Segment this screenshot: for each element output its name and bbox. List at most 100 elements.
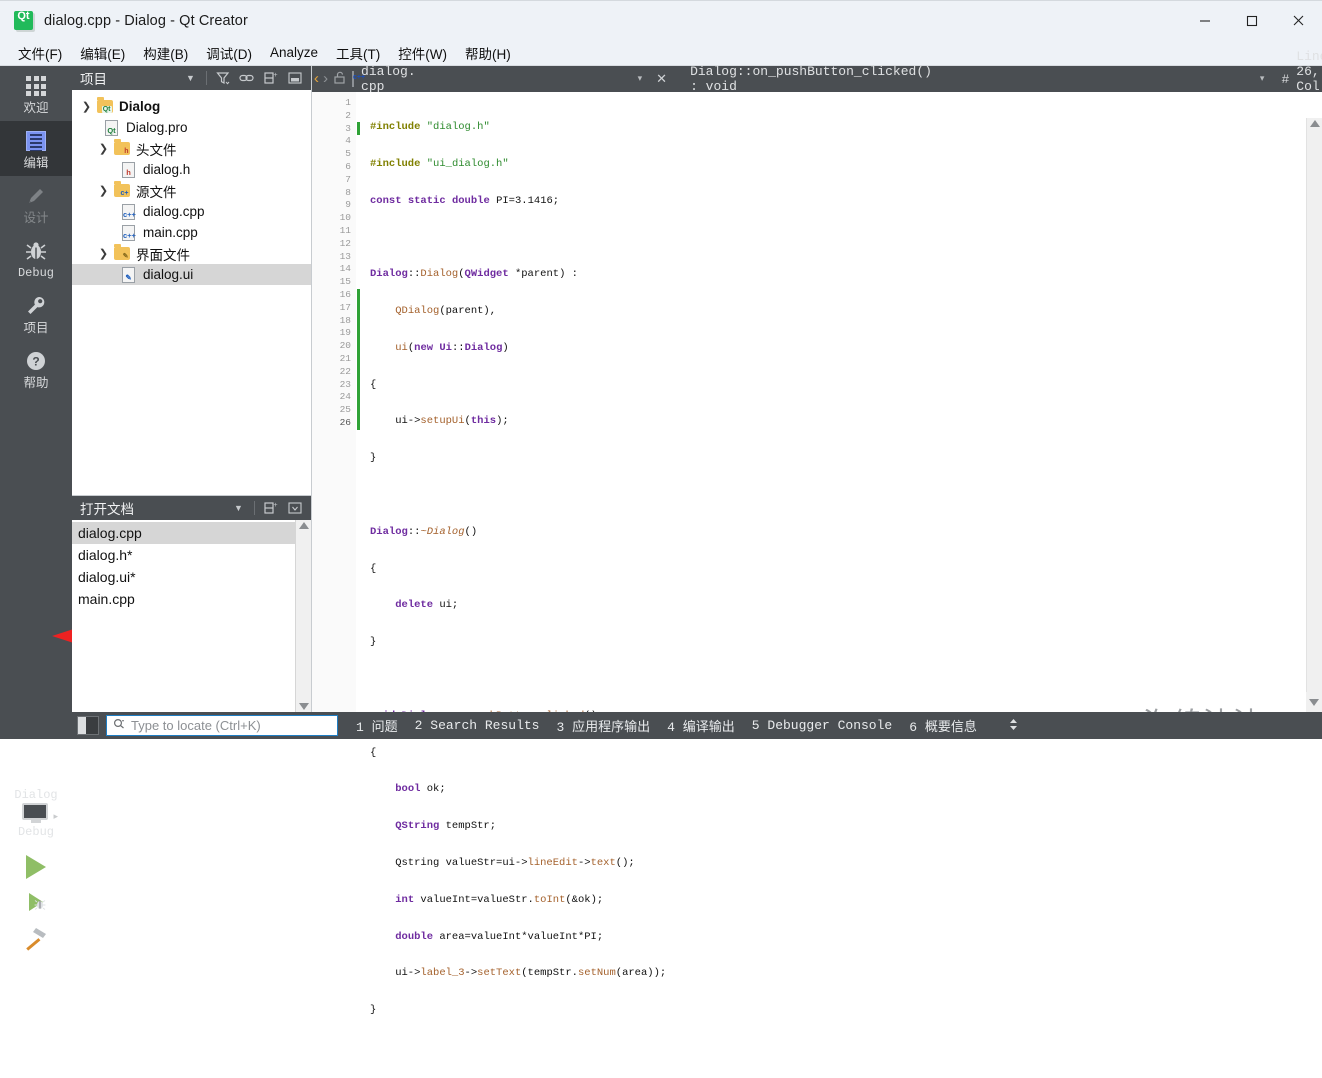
document-lines-icon	[23, 128, 49, 154]
chevron-down-icon[interactable]: ❯	[78, 100, 95, 113]
filter-icon[interactable]	[214, 70, 231, 87]
code-editor[interactable]: 1 2 3 4 5 6 7 8 9 10 11 12 13 14 15 16 1…	[312, 92, 1322, 1016]
build-button[interactable]	[23, 925, 49, 956]
view-dropdown-icon[interactable]: ▼	[182, 70, 199, 87]
menu-edit[interactable]: 编辑(E)	[71, 41, 134, 65]
mode-edit[interactable]: 编辑	[0, 121, 72, 176]
open-doc-label: main.cpp	[78, 591, 135, 607]
line-number: 20	[339, 340, 351, 352]
locator-placeholder: Type to locate (Ctrl+K)	[131, 718, 261, 733]
output-pane-debugger-console[interactable]: 5 Debugger Console	[752, 718, 892, 733]
output-pane-issues[interactable]: 1 问题	[356, 716, 398, 735]
mode-debug[interactable]: Debug	[0, 231, 72, 286]
code-line: #include "ui_dialog.h"	[370, 157, 509, 170]
tree-node-forms[interactable]: ❯ ✎ 界面文件	[72, 243, 311, 264]
line-column-icon: #	[1281, 71, 1290, 87]
output-pane-search-results[interactable]: 2 Search Results	[415, 718, 540, 733]
code-line: double area=valueInt*valueInt*PI;	[395, 930, 604, 943]
close-button[interactable]	[1275, 1, 1322, 41]
tree-node-dialog[interactable]: ❯ Qt Dialog	[72, 96, 311, 117]
code-line: }	[370, 452, 377, 465]
open-doc-item[interactable]: dialog.cpp	[72, 522, 311, 544]
method-diamond-icon	[678, 75, 686, 83]
menu-help[interactable]: 帮助(H)	[456, 41, 520, 65]
tree-node-headers[interactable]: ❯ h 头文件	[72, 138, 311, 159]
tree-label: dialog.cpp	[143, 204, 205, 219]
output-pane-general-messages[interactable]: 6 概要信息	[909, 716, 977, 735]
minimize-button[interactable]	[1181, 1, 1228, 41]
line-number: 22	[339, 365, 351, 377]
scroll-up-arrow-icon[interactable]	[1309, 120, 1320, 127]
mode-design[interactable]: 设计	[0, 176, 72, 231]
open-doc-item[interactable]: main.cpp	[72, 588, 311, 610]
file-dropdown-icon[interactable]: ▾	[638, 74, 643, 84]
navigate-forward-icon[interactable]: ›	[321, 71, 330, 88]
kit-build-config: Debug	[17, 825, 54, 839]
menu-widgets[interactable]: 控件(W)	[389, 41, 456, 65]
mode-projects[interactable]: 项目	[0, 286, 72, 341]
unlocked-icon[interactable]	[334, 71, 345, 88]
line-number: 17	[339, 301, 351, 313]
output-pane-compile-output[interactable]: 4 编译输出	[667, 716, 735, 735]
cpp-file-icon	[352, 71, 355, 87]
window-titlebar: dialog.cpp - Dialog - Qt Creator	[0, 0, 1322, 40]
chevron-down-icon[interactable]: ❯	[95, 142, 112, 155]
mode-welcome-label: 欢迎	[23, 101, 49, 115]
line-number: 8	[345, 186, 351, 198]
search-icon	[113, 718, 126, 733]
link-icon[interactable]	[238, 70, 255, 87]
editor-vertical-scrollbar[interactable]	[1306, 118, 1322, 738]
split-add-icon[interactable]: +	[262, 500, 279, 517]
locator-input[interactable]: Type to locate (Ctrl+K)	[106, 715, 338, 736]
chevron-down-icon[interactable]: ❯	[95, 247, 112, 260]
menu-debug[interactable]: 调试(D)	[197, 41, 261, 65]
scroll-down-arrow-icon[interactable]	[298, 703, 309, 710]
tree-node-main-cpp[interactable]: c++ main.cpp	[72, 222, 311, 243]
change-marker	[357, 289, 360, 430]
question-circle-icon: ?	[23, 348, 49, 374]
code-line: QString tempStr;	[395, 820, 497, 833]
editor-filename[interactable]: dialog. cpp	[361, 64, 416, 94]
tree-node-dialog-cpp[interactable]: c++ dialog.cpp	[72, 201, 311, 222]
line-number: 26	[339, 416, 351, 428]
symbol-dropdown-icon[interactable]: ▾	[1260, 74, 1265, 84]
qt-logo-icon	[14, 10, 33, 30]
kit-selector[interactable]: Dialog ▸ Debug	[14, 788, 58, 839]
split-add-icon[interactable]: +	[262, 70, 279, 87]
scroll-down-arrow-icon[interactable]	[1309, 698, 1319, 706]
line-number: 18	[339, 314, 351, 326]
tree-node-dialog-pro[interactable]: Qt Dialog.pro	[72, 117, 311, 138]
close-panel-icon[interactable]	[286, 70, 303, 87]
menu-tools[interactable]: 工具(T)	[327, 41, 389, 65]
output-pane-buttons: 1 问题 2 Search Results 3 应用程序输出 4 编译输出 5 …	[356, 716, 1019, 735]
open-documents-scrollbar[interactable]	[295, 520, 311, 712]
tree-node-dialog-h[interactable]: h dialog.h	[72, 159, 311, 180]
tree-node-dialog-ui[interactable]: ✎ dialog.ui	[72, 264, 311, 285]
chevron-down-icon[interactable]: ❯	[95, 184, 112, 197]
menu-analyze[interactable]: Analyze	[261, 43, 327, 62]
tree-node-sources[interactable]: ❯ c+ 源文件	[72, 180, 311, 201]
close-panel-icon[interactable]	[286, 500, 303, 517]
editor-toolbar: ‹ › dialog. cpp ▾ ✕ Dialog::on_pushButto…	[312, 49, 1322, 109]
code-line: ui(new Ui::Dialog)	[395, 341, 509, 354]
toggle-sidebar-icon[interactable]	[77, 716, 99, 735]
close-document-icon[interactable]: ✕	[656, 72, 667, 87]
run-button[interactable]	[26, 855, 46, 879]
statusbar: Type to locate (Ctrl+K) 1 问题 2 Search Re…	[72, 712, 1322, 739]
output-pane-app-output[interactable]: 3 应用程序输出	[556, 716, 650, 735]
scroll-up-arrow-icon[interactable]	[298, 522, 309, 529]
view-dropdown-icon[interactable]: ▼	[230, 500, 247, 517]
maximize-button[interactable]	[1228, 1, 1275, 41]
editor-symbol[interactable]: Dialog::on_pushButton_clicked() : void	[690, 64, 932, 94]
updown-arrows-icon[interactable]	[1008, 717, 1019, 735]
menu-build[interactable]: 构建(B)	[134, 41, 197, 65]
debug-button[interactable]	[29, 893, 46, 911]
code-text[interactable]: #include "dialog.h" #include "ui_dialog.…	[356, 92, 1322, 1016]
menu-file[interactable]: 文件(F)	[9, 41, 71, 65]
open-doc-item[interactable]: dialog.ui*	[72, 566, 311, 588]
open-doc-item[interactable]: dialog.h*	[72, 544, 311, 566]
mode-welcome[interactable]: 欢迎	[0, 66, 72, 121]
navigate-back-icon[interactable]: ‹	[312, 71, 321, 88]
mode-help[interactable]: ? 帮助	[0, 341, 72, 396]
